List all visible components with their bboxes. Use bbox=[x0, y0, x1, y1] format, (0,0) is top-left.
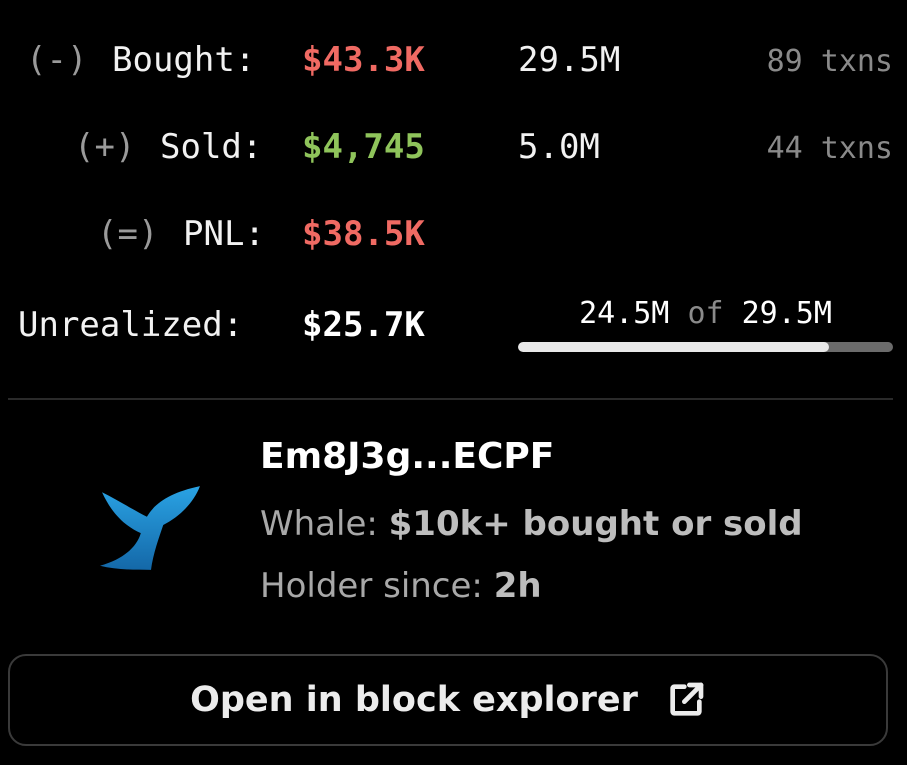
held-amount: 24.5M bbox=[579, 296, 670, 331]
holder-since: Holder since: 2h bbox=[260, 566, 542, 606]
plus-symbol: (+) bbox=[74, 127, 136, 167]
pnl-label: PNL: bbox=[183, 214, 265, 254]
bought-amount: 29.5M bbox=[518, 40, 621, 80]
sold-row: (+) Sold: $4,745 5.0M 44 txns bbox=[0, 127, 907, 187]
whale-tail-icon bbox=[100, 486, 200, 570]
unrealized-label: Unrealized: bbox=[18, 305, 244, 345]
open-block-explorer-button[interactable]: Open in block explorer bbox=[8, 654, 888, 746]
minus-symbol: (-) bbox=[26, 40, 88, 80]
pnl-row: (=) PNL: $38.5K bbox=[0, 214, 907, 274]
category-value: $10k+ bought or sold bbox=[388, 504, 803, 544]
whale-category: Whale: $10k+ bought or sold bbox=[260, 504, 803, 544]
bought-label: Bought: bbox=[112, 40, 256, 80]
explorer-button-label: Open in block explorer bbox=[190, 680, 638, 720]
external-link-icon bbox=[670, 682, 704, 716]
holdings-progress: 24.5M of 29.5M bbox=[518, 296, 893, 358]
sold-label: Sold: bbox=[160, 127, 263, 167]
holdings-bar-track bbox=[518, 342, 893, 352]
pnl-value: $38.5K bbox=[302, 214, 425, 254]
holder-label: Holder since: bbox=[260, 566, 483, 606]
holdings-progress-label: 24.5M of 29.5M bbox=[518, 296, 893, 331]
unrealized-value: $25.7K bbox=[302, 305, 425, 345]
holdings-bar-fill bbox=[518, 342, 830, 352]
total-amount: 29.5M bbox=[741, 296, 832, 331]
divider bbox=[8, 398, 893, 400]
equals-symbol: (=) bbox=[97, 214, 159, 254]
bought-txns: 89 txns bbox=[766, 44, 893, 79]
holder-value: 2h bbox=[493, 566, 542, 606]
sold-txns: 44 txns bbox=[766, 131, 893, 166]
bought-row: (-) Bought: $43.3K 29.5M 89 txns bbox=[0, 40, 907, 100]
sold-amount: 5.0M bbox=[518, 127, 600, 167]
wallet-address[interactable]: Em8J3g...ECPF bbox=[260, 436, 554, 477]
bought-value: $43.3K bbox=[302, 40, 425, 80]
of-word: of bbox=[687, 296, 724, 331]
sold-value: $4,745 bbox=[302, 127, 425, 167]
category-label: Whale: bbox=[260, 504, 378, 544]
